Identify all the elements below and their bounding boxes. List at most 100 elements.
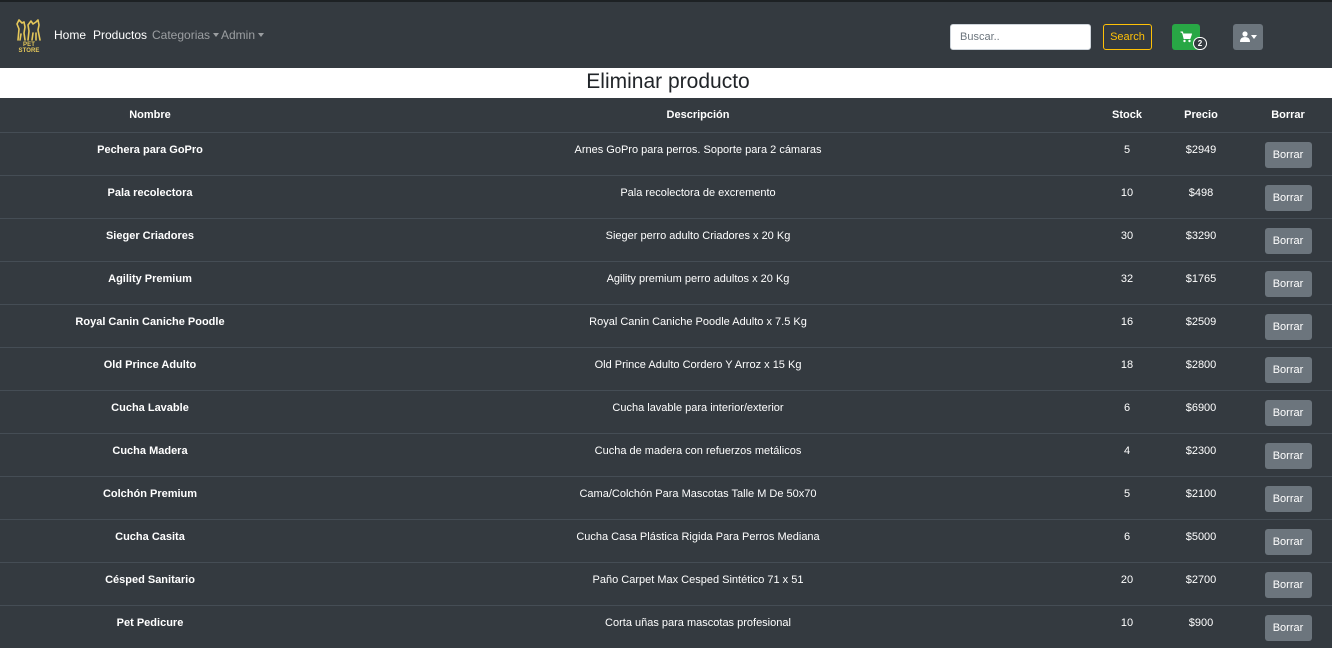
product-price-cell: $2800: [1158, 346, 1244, 390]
search-button[interactable]: Search: [1103, 24, 1152, 50]
table-row: Old Prince Adulto Old Prince Adulto Corde…: [0, 346, 1332, 390]
pet-store-logo[interactable]: PET STORE: [12, 17, 46, 54]
nav-categorias-dropdown[interactable]: Categorias: [152, 28, 220, 42]
product-stock-cell: 20: [1096, 561, 1158, 605]
logo-text: PET STORE: [18, 42, 40, 54]
product-name-cell: Cucha Madera: [0, 432, 300, 476]
product-price-cell: $900: [1158, 604, 1244, 648]
product-description-cell: Cama/Colchón Para Mascotas Talle M De 50…: [300, 475, 1096, 519]
page-title: Eliminar producto: [586, 70, 750, 93]
delete-product-button[interactable]: Borrar: [1264, 485, 1312, 512]
product-action-cell: Borrar: [1244, 131, 1332, 175]
product-stock-cell: 6: [1096, 389, 1158, 433]
product-description-cell: Arnes GoPro para perros. Soporte para 2 …: [300, 131, 1096, 175]
table-row: Sieger Criadores Sieger perro adulto Cria…: [0, 217, 1332, 261]
product-stock-cell: 6: [1096, 518, 1158, 562]
product-name-cell: Pet Pedicure: [0, 604, 300, 648]
table-row: Pet Pedicure Corta uñas para mascotas pro…: [0, 604, 1332, 648]
product-description-cell: Royal Canin Caniche Poodle Adulto x 7.5 …: [300, 303, 1096, 347]
product-action-cell: Borrar: [1244, 432, 1332, 476]
delete-product-button[interactable]: Borrar: [1264, 270, 1312, 297]
product-name-cell: Old Prince Adulto: [0, 346, 300, 390]
column-header-nombre: Nombre: [0, 98, 300, 133]
product-stock-cell: 5: [1096, 131, 1158, 175]
delete-product-button[interactable]: Borrar: [1264, 356, 1312, 383]
product-price-cell: $2949: [1158, 131, 1244, 175]
product-price-cell: $5000: [1158, 518, 1244, 562]
chevron-down-icon: [1251, 35, 1257, 39]
nav-productos-link[interactable]: Productos: [93, 28, 147, 42]
product-price-cell: $2100: [1158, 475, 1244, 519]
product-description-cell: Pala recolectora de excremento: [300, 174, 1096, 218]
product-stock-cell: 16: [1096, 303, 1158, 347]
nav-categorias-label: Categorias: [152, 28, 211, 42]
table-header-row: Nombre Descripción Stock Precio Borrar: [0, 98, 1332, 133]
product-action-cell: Borrar: [1244, 346, 1332, 390]
nav-home-link[interactable]: Home: [54, 28, 86, 42]
product-price-cell: $3290: [1158, 217, 1244, 261]
product-name-cell: Sieger Criadores: [0, 217, 300, 261]
navbar: PET STORE Home Productos Categorias Admi…: [0, 0, 1332, 68]
product-price-cell: $2300: [1158, 432, 1244, 476]
product-action-cell: Borrar: [1244, 389, 1332, 433]
product-description-cell: Cucha lavable para interior/exterior: [300, 389, 1096, 433]
product-price-cell: $2509: [1158, 303, 1244, 347]
product-stock-cell: 5: [1096, 475, 1158, 519]
product-description-cell: Paño Carpet Max Cesped Sintético 71 x 51: [300, 561, 1096, 605]
dog-cat-logo-icon: [16, 19, 41, 41]
table-row: Cucha Madera Cucha de madera con refuerzo…: [0, 432, 1332, 476]
product-price-cell: $498: [1158, 174, 1244, 218]
nav-admin-dropdown[interactable]: Admin: [221, 28, 265, 42]
products-table: Nombre Descripción Stock Precio Borrar P…: [0, 98, 1332, 648]
nav-admin-label: Admin: [221, 28, 256, 42]
shopping-cart-icon: [1180, 31, 1192, 43]
table-row: Césped Sanitario Paño Carpet Max Cesped S…: [0, 561, 1332, 605]
product-stock-cell: 10: [1096, 174, 1158, 218]
delete-product-button[interactable]: Borrar: [1264, 141, 1312, 168]
products-table-container: Nombre Descripción Stock Precio Borrar P…: [0, 98, 1332, 648]
user-menu-button[interactable]: [1233, 24, 1263, 50]
table-row: Cucha Casita Cucha Casa Plástica Rigida P…: [0, 518, 1332, 562]
product-description-cell: Corta uñas para mascotas profesional: [300, 604, 1096, 648]
delete-product-button[interactable]: Borrar: [1264, 614, 1312, 641]
product-stock-cell: 30: [1096, 217, 1158, 261]
column-header-descripcion: Descripción: [300, 98, 1096, 133]
product-name-cell: Colchón Premium: [0, 475, 300, 519]
product-stock-cell: 4: [1096, 432, 1158, 476]
chevron-down-icon: [213, 33, 220, 37]
table-row: Pechera para GoPro Arnes GoPro para perro…: [0, 131, 1332, 175]
product-description-cell: Cucha de madera con refuerzos metálicos: [300, 432, 1096, 476]
delete-product-button[interactable]: Borrar: [1264, 571, 1312, 598]
product-action-cell: Borrar: [1244, 217, 1332, 261]
product-action-cell: Borrar: [1244, 475, 1332, 519]
delete-product-button[interactable]: Borrar: [1264, 184, 1312, 211]
product-name-cell: Cucha Lavable: [0, 389, 300, 433]
product-name-cell: Césped Sanitario: [0, 561, 300, 605]
product-action-cell: Borrar: [1244, 174, 1332, 218]
table-row: Royal Canin Caniche Poodle Royal Canin Ca…: [0, 303, 1332, 347]
product-action-cell: Borrar: [1244, 604, 1332, 648]
product-stock-cell: 10: [1096, 604, 1158, 648]
delete-product-button[interactable]: Borrar: [1264, 399, 1312, 426]
table-row: Agility Premium Agility premium perro adu…: [0, 260, 1332, 304]
product-stock-cell: 18: [1096, 346, 1158, 390]
product-action-cell: Borrar: [1244, 303, 1332, 347]
product-action-cell: Borrar: [1244, 260, 1332, 304]
delete-product-button[interactable]: Borrar: [1264, 313, 1312, 340]
product-price-cell: $1765: [1158, 260, 1244, 304]
delete-product-button[interactable]: Borrar: [1264, 227, 1312, 254]
product-name-cell: Pechera para GoPro: [0, 131, 300, 175]
column-header-stock: Stock: [1096, 98, 1158, 133]
product-action-cell: Borrar: [1244, 561, 1332, 605]
product-description-cell: Cucha Casa Plástica Rigida Para Perros M…: [300, 518, 1096, 562]
delete-product-button[interactable]: Borrar: [1264, 528, 1312, 555]
product-description-cell: Agility premium perro adultos x 20 Kg: [300, 260, 1096, 304]
search-input[interactable]: [950, 24, 1091, 50]
delete-product-button[interactable]: Borrar: [1264, 442, 1312, 469]
table-row: Colchón Premium Cama/Colchón Para Mascota…: [0, 475, 1332, 519]
product-action-cell: Borrar: [1244, 518, 1332, 562]
product-name-cell: Agility Premium: [0, 260, 300, 304]
table-row: Pala recolectora Pala recolectora de excr…: [0, 174, 1332, 218]
product-name-cell: Pala recolectora: [0, 174, 300, 218]
chevron-down-icon: [258, 33, 265, 37]
